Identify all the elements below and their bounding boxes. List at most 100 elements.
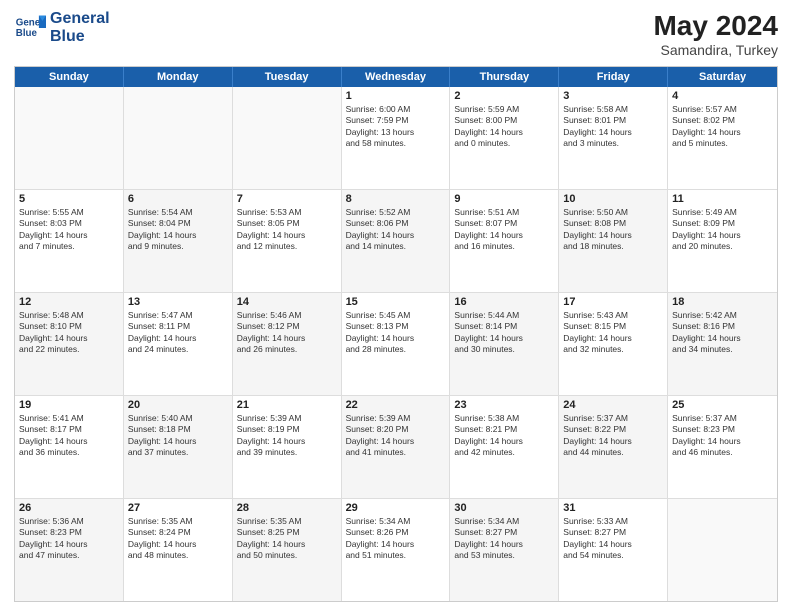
calendar-cell: 11Sunrise: 5:49 AMSunset: 8:09 PMDayligh… [668,190,777,292]
day-number: 27 [128,502,228,514]
day-number: 4 [672,90,773,102]
day-number: 28 [237,502,337,514]
cell-content: Sunrise: 5:34 AMSunset: 8:27 PMDaylight:… [454,516,554,562]
calendar-cell: 24 Sunrise: 5:37 AMSunset: 8:22 PMDayligh… [559,396,668,498]
header-day-wednesday: Wednesday [342,67,451,87]
day-number: 16 [454,296,554,308]
calendar-cell: 15 Sunrise: 5:45 AMSunset: 8:13 PMDayligh… [342,293,451,395]
day-number: 7 [237,193,337,205]
calendar-cell: 4 Sunrise: 5:57 AMSunset: 8:02 PMDaylight… [668,87,777,189]
calendar-cell [668,499,777,601]
calendar-cell: 5 Sunrise: 5:55 AMSunset: 8:03 PMDaylight… [15,190,124,292]
calendar-row: 26Sunrise: 5:36 AMSunset: 8:23 PMDayligh… [15,499,777,601]
header: General Blue General Blue May 2024 Saman… [14,10,778,58]
calendar-cell: 8 Sunrise: 5:52 AMSunset: 8:06 PMDaylight… [342,190,451,292]
cell-content: Sunrise: 5:48 AMSunset: 8:10 PMDaylight:… [19,310,119,356]
calendar-cell: 14Sunrise: 5:46 AMSunset: 8:12 PMDayligh… [233,293,342,395]
calendar-row: 12 Sunrise: 5:48 AMSunset: 8:10 PMDayligh… [15,293,777,396]
title-block: May 2024 Samandira, Turkey [653,10,778,58]
cell-content: Sunrise: 5:34 AMSunset: 8:26 PMDaylight:… [346,516,446,562]
calendar-body: 1Sunrise: 6:00 AMSunset: 7:59 PMDaylight… [15,87,777,601]
calendar-cell: 3 Sunrise: 5:58 AMSunset: 8:01 PMDaylight… [559,87,668,189]
day-number: 15 [346,296,446,308]
day-number: 31 [563,502,663,514]
day-number: 12 [19,296,119,308]
day-number: 29 [346,502,446,514]
logo-text-line1: General [50,10,110,28]
logo-icon: General Blue [14,12,46,44]
header-day-thursday: Thursday [450,67,559,87]
calendar-cell: 28 Sunrise: 5:35 AMSunset: 8:25 PMDayligh… [233,499,342,601]
cell-content: Sunrise: 5:36 AMSunset: 8:23 PMDaylight:… [19,516,119,562]
cell-content: Sunrise: 5:35 AMSunset: 8:25 PMDaylight:… [237,516,337,562]
cell-content: Sunrise: 5:40 AMSunset: 8:18 PMDaylight:… [128,413,228,459]
day-number: 21 [237,399,337,411]
day-number: 5 [19,193,119,205]
logo: General Blue General Blue [14,10,110,45]
cell-content: Sunrise: 5:44 AMSunset: 8:14 PMDaylight:… [454,310,554,356]
day-number: 25 [672,399,773,411]
cell-content: Sunrise: 5:35 AMSunset: 8:24 PMDaylight:… [128,516,228,562]
cell-content: Sunrise: 5:58 AMSunset: 8:01 PMDaylight:… [563,104,663,150]
day-number: 6 [128,193,228,205]
cell-content: Sunrise: 5:55 AMSunset: 8:03 PMDaylight:… [19,207,119,253]
calendar: SundayMondayTuesdayWednesdayThursdayFrid… [14,66,778,602]
subtitle: Samandira, Turkey [653,42,778,58]
cell-content: Sunrise: 5:33 AMSunset: 8:27 PMDaylight:… [563,516,663,562]
calendar-cell: 22 Sunrise: 5:39 AMSunset: 8:20 PMDayligh… [342,396,451,498]
header-day-saturday: Saturday [668,67,777,87]
cell-content: Sunrise: 5:57 AMSunset: 8:02 PMDaylight:… [672,104,773,150]
main-title: May 2024 [653,10,778,42]
calendar-cell: 29 Sunrise: 5:34 AMSunset: 8:26 PMDayligh… [342,499,451,601]
cell-content: Sunrise: 5:54 AMSunset: 8:04 PMDaylight:… [128,207,228,253]
calendar-cell: 30 Sunrise: 5:34 AMSunset: 8:27 PMDayligh… [450,499,559,601]
calendar-row: 1Sunrise: 6:00 AMSunset: 7:59 PMDaylight… [15,87,777,190]
cell-content: Sunrise: 5:49 AMSunset: 8:09 PMDaylight:… [672,207,773,253]
calendar-row: 19Sunrise: 5:41 AMSunset: 8:17 PMDayligh… [15,396,777,499]
calendar-cell: 25 Sunrise: 5:37 AMSunset: 8:23 PMDayligh… [668,396,777,498]
calendar-cell: 9Sunrise: 5:51 AMSunset: 8:07 PMDaylight… [450,190,559,292]
cell-content: Sunrise: 5:39 AMSunset: 8:20 PMDaylight:… [346,413,446,459]
cell-content: Sunrise: 5:50 AMSunset: 8:08 PMDaylight:… [563,207,663,253]
cell-content: Sunrise: 6:00 AMSunset: 7:59 PMDaylight:… [346,104,446,150]
cell-content: Sunrise: 5:37 AMSunset: 8:22 PMDaylight:… [563,413,663,459]
calendar-cell [233,87,342,189]
day-number: 9 [454,193,554,205]
day-number: 8 [346,193,446,205]
calendar-cell: 26Sunrise: 5:36 AMSunset: 8:23 PMDayligh… [15,499,124,601]
calendar-header: SundayMondayTuesdayWednesdayThursdayFrid… [15,67,777,87]
day-number: 24 [563,399,663,411]
calendar-cell: 31 Sunrise: 5:33 AMSunset: 8:27 PMDayligh… [559,499,668,601]
calendar-cell: 17Sunrise: 5:43 AMSunset: 8:15 PMDayligh… [559,293,668,395]
calendar-cell: 6 Sunrise: 5:54 AMSunset: 8:04 PMDaylight… [124,190,233,292]
header-day-tuesday: Tuesday [233,67,342,87]
calendar-cell: 27 Sunrise: 5:35 AMSunset: 8:24 PMDayligh… [124,499,233,601]
logo-text-line2: Blue [50,28,110,46]
header-day-sunday: Sunday [15,67,124,87]
calendar-cell: 10 Sunrise: 5:50 AMSunset: 8:08 PMDayligh… [559,190,668,292]
day-number: 30 [454,502,554,514]
day-number: 20 [128,399,228,411]
cell-content: Sunrise: 5:39 AMSunset: 8:19 PMDaylight:… [237,413,337,459]
calendar-cell: 23Sunrise: 5:38 AMSunset: 8:21 PMDayligh… [450,396,559,498]
day-number: 3 [563,90,663,102]
svg-text:Blue: Blue [16,28,38,39]
calendar-cell: 16 Sunrise: 5:44 AMSunset: 8:14 PMDayligh… [450,293,559,395]
calendar-cell: 20 Sunrise: 5:40 AMSunset: 8:18 PMDayligh… [124,396,233,498]
calendar-cell: 1Sunrise: 6:00 AMSunset: 7:59 PMDaylight… [342,87,451,189]
cell-content: Sunrise: 5:38 AMSunset: 8:21 PMDaylight:… [454,413,554,459]
calendar-cell: 7Sunrise: 5:53 AMSunset: 8:05 PMDaylight… [233,190,342,292]
day-number: 17 [563,296,663,308]
calendar-cell: 19Sunrise: 5:41 AMSunset: 8:17 PMDayligh… [15,396,124,498]
header-day-monday: Monday [124,67,233,87]
cell-content: Sunrise: 5:47 AMSunset: 8:11 PMDaylight:… [128,310,228,356]
page: General Blue General Blue May 2024 Saman… [0,0,792,612]
cell-content: Sunrise: 5:52 AMSunset: 8:06 PMDaylight:… [346,207,446,253]
cell-content: Sunrise: 5:37 AMSunset: 8:23 PMDaylight:… [672,413,773,459]
calendar-cell [15,87,124,189]
cell-content: Sunrise: 5:41 AMSunset: 8:17 PMDaylight:… [19,413,119,459]
day-number: 22 [346,399,446,411]
day-number: 10 [563,193,663,205]
day-number: 14 [237,296,337,308]
cell-content: Sunrise: 5:45 AMSunset: 8:13 PMDaylight:… [346,310,446,356]
